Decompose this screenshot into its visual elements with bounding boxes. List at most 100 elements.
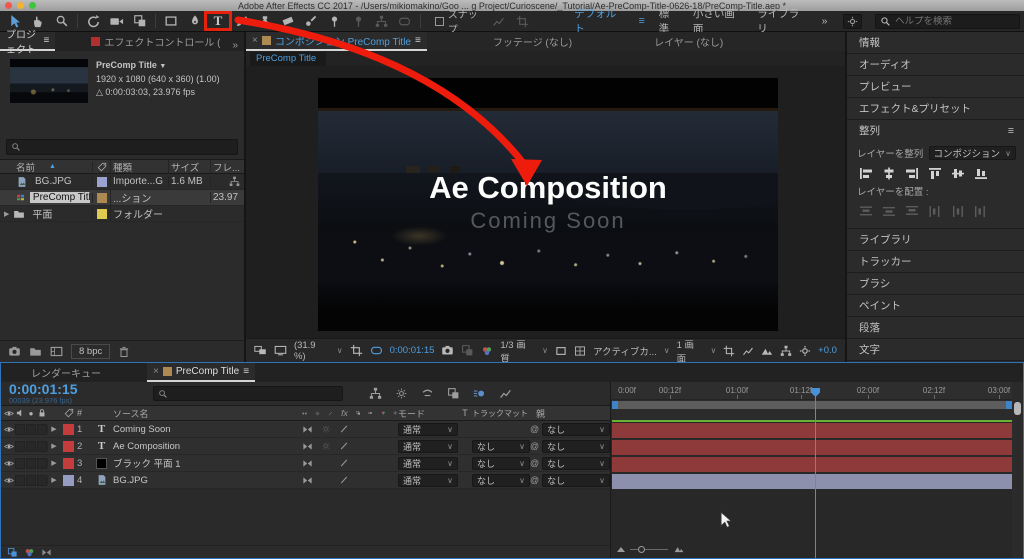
- pan-behind-tool-button[interactable]: [129, 12, 151, 31]
- layer-name[interactable]: Ae Composition: [111, 441, 298, 452]
- zoom-slider-knob[interactable]: [638, 545, 645, 553]
- draw-icon[interactable]: [339, 458, 349, 468]
- quality-icon[interactable]: [302, 441, 313, 452]
- primary-viewer-icon[interactable]: [274, 344, 287, 357]
- marquee-icon[interactable]: [511, 12, 533, 31]
- current-time-display[interactable]: 0:00:01:15 00039 (23.976 fps): [1, 382, 109, 405]
- pixel-aspect-icon[interactable]: [723, 345, 735, 357]
- hide-shy-layers-icon[interactable]: [421, 387, 434, 400]
- layer-row-1[interactable]: ▶ 1 T Coming Soon 通常 ∨ @ なし ∨: [1, 421, 610, 438]
- transparency-grid-icon[interactable]: [574, 345, 586, 357]
- layer-label-color[interactable]: [63, 474, 74, 486]
- fast-preview-icon[interactable]: [742, 345, 754, 357]
- column-size[interactable]: サイズ: [168, 159, 210, 174]
- zoom-out-mountain-icon[interactable]: [617, 545, 625, 553]
- expand-icon[interactable]: ▶: [4, 210, 9, 218]
- align-target-dropdown[interactable]: コンポジション ∨: [928, 146, 1016, 160]
- panel-paragraph[interactable]: 段落: [847, 317, 1024, 339]
- tab-composition[interactable]: × コンポジション PreComp Title ≡: [246, 32, 427, 51]
- clone-stamp-tool-button[interactable]: [254, 12, 276, 31]
- layer-bar-3[interactable]: [612, 457, 1012, 472]
- workspace-menu-icon[interactable]: ≡: [639, 15, 645, 27]
- collapse-icon[interactable]: [321, 441, 331, 451]
- playhead-line[interactable]: [815, 388, 816, 558]
- chevron-down-icon[interactable]: ∨: [710, 346, 716, 355]
- new-composition-icon[interactable]: [50, 345, 63, 358]
- comp-name[interactable]: PreComp Title: [96, 60, 157, 70]
- distribute-top-button[interactable]: [859, 205, 873, 218]
- align-center-v-button[interactable]: [951, 167, 965, 180]
- track-matte-dropdown[interactable]: なし ∨: [472, 473, 530, 487]
- parent-dropdown[interactable]: なし ∨: [542, 439, 610, 453]
- distribute-bottom-button[interactable]: [905, 205, 919, 218]
- project-search-field[interactable]: [6, 139, 238, 155]
- view-layout-value[interactable]: 1 画面: [677, 337, 704, 365]
- label-color[interactable]: [96, 192, 107, 203]
- snap-options-icon[interactable]: [488, 12, 510, 31]
- frame-blending-icon[interactable]: [447, 387, 460, 400]
- column-framerate[interactable]: フレ...: [210, 159, 244, 174]
- puppet-pin-tool-button[interactable]: [324, 12, 346, 31]
- brush-tool-button[interactable]: [230, 12, 252, 31]
- workspace-overflow-icon[interactable]: »: [822, 15, 828, 27]
- visibility-eye-icon[interactable]: [4, 441, 14, 452]
- track-matte-column[interactable]: トラックマット: [472, 408, 530, 419]
- tab-layer[interactable]: レイヤー (なし): [648, 32, 729, 51]
- solo-column-icon[interactable]: ●: [26, 408, 36, 419]
- draw-icon[interactable]: [339, 441, 349, 451]
- layer-name[interactable]: Coming Soon: [111, 424, 298, 435]
- parent-column[interactable]: 親: [530, 407, 610, 420]
- interpret-footage-icon[interactable]: [8, 345, 21, 358]
- composition-canvas[interactable]: Ae Composition Coming Soon: [246, 66, 845, 338]
- blend-mode-dropdown[interactable]: 通常 ∨: [398, 473, 458, 487]
- distribute-right-button[interactable]: [974, 205, 988, 218]
- blend-mode-dropdown[interactable]: 通常 ∨: [398, 422, 458, 436]
- track-matte-dropdown[interactable]: なし ∨: [472, 456, 530, 470]
- vertical-scrollbar-thumb[interactable]: [1014, 402, 1021, 415]
- mode-column[interactable]: モード: [398, 407, 458, 420]
- camera-tool-button[interactable]: [105, 12, 127, 31]
- chevron-down-icon[interactable]: ∨: [337, 346, 343, 355]
- label-column-icon[interactable]: [60, 408, 77, 418]
- parent-dropdown[interactable]: なし ∨: [542, 422, 610, 436]
- collapse-icon[interactable]: [321, 424, 331, 434]
- distribute-left-button[interactable]: [928, 205, 942, 218]
- show-channel-icon[interactable]: [481, 345, 493, 357]
- column-label[interactable]: [92, 161, 110, 172]
- expand-icon[interactable]: ▶: [47, 476, 60, 484]
- number-column[interactable]: #: [77, 408, 92, 418]
- label-color[interactable]: [96, 176, 107, 187]
- video-column-icon[interactable]: [4, 408, 14, 419]
- puppet-starch-tool-button[interactable]: [370, 12, 392, 31]
- zoom-in-mountain-icon[interactable]: [673, 544, 685, 554]
- exposure-value[interactable]: +0.0: [818, 345, 837, 356]
- rotation-tool-button[interactable]: [82, 12, 104, 31]
- visibility-eye-icon[interactable]: [4, 424, 14, 435]
- tab-render-queue[interactable]: レンダーキュー: [25, 363, 107, 382]
- zoom-slider-track[interactable]: [630, 545, 668, 553]
- panel-menu-icon[interactable]: ≡: [43, 35, 49, 46]
- align-left-button[interactable]: [859, 167, 873, 180]
- align-right-button[interactable]: [905, 167, 919, 180]
- panel-audio[interactable]: オーディオ: [847, 54, 1024, 76]
- expand-layer-switches-icon[interactable]: [7, 547, 18, 558]
- panel-menu-icon[interactable]: ≡: [1008, 120, 1014, 142]
- layer-label-color[interactable]: [63, 423, 74, 435]
- flowchart-icon[interactable]: [780, 345, 792, 357]
- close-tab-icon[interactable]: ×: [153, 366, 159, 377]
- exposure-reset-icon[interactable]: [799, 345, 811, 357]
- pickwhip-icon[interactable]: @: [530, 458, 539, 468]
- audio-column-icon[interactable]: [15, 408, 25, 419]
- project-search-input[interactable]: [24, 139, 204, 155]
- layer-bar-4[interactable]: [612, 474, 1012, 489]
- layer-name[interactable]: ブラック 平面 1: [111, 456, 298, 470]
- panel-menu-icon[interactable]: ≡: [415, 35, 421, 46]
- project-row-solids[interactable]: ▶ 平面 フォルダー: [0, 206, 244, 222]
- panel-menu-icon[interactable]: ≡: [243, 366, 249, 377]
- eraser-tool-button[interactable]: [277, 12, 299, 31]
- panel-overflow-icon[interactable]: »: [226, 40, 244, 51]
- graph-editor-icon[interactable]: [499, 387, 512, 400]
- panel-library[interactable]: ライブラリ: [847, 229, 1024, 251]
- panel-paint[interactable]: ペイント: [847, 295, 1024, 317]
- work-area-end-handle[interactable]: [1006, 401, 1012, 409]
